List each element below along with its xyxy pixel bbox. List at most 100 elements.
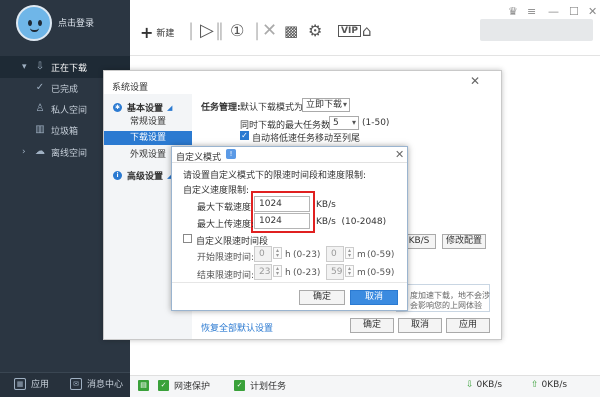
scheduled-task-button[interactable]: ✓ 计划任务 — [234, 379, 286, 392]
maximize-icon[interactable]: ☐ — [569, 5, 579, 18]
category-advanced[interactable]: i 高级设置 ◢ — [113, 169, 172, 182]
category-basic[interactable]: ✱ 基本设置 ◢ — [113, 101, 172, 114]
max-upload-unit: KB/s (10-2048) — [316, 217, 387, 227]
chevron-down-icon: ▾ — [22, 62, 27, 72]
restore-defaults-link[interactable]: 恢复全部默认设置 — [201, 321, 273, 334]
sidebar-item-label: 私人空间 — [51, 105, 88, 116]
arrow-down-icon: ⇩ — [466, 380, 474, 390]
vip-icon[interactable]: VIP — [338, 25, 361, 37]
network-protect-button[interactable]: ✓ 网速保护 — [158, 379, 210, 392]
dialog-title: 自定义模式 — [176, 153, 222, 163]
close-icon[interactable]: ✕ — [588, 5, 597, 18]
skin-icon[interactable]: ♛ — [508, 5, 518, 18]
minute-unit: m — [357, 250, 366, 260]
speed-limit-label: 自定义速度限制: — [183, 186, 250, 196]
max-tasks-stepper[interactable]: 5 — [329, 116, 359, 130]
modify-config-button[interactable]: 修改配置 — [442, 234, 486, 249]
hour-unit: h — [285, 250, 291, 260]
auto-move-checkbox[interactable]: ✓ — [240, 131, 249, 140]
chevron-down-icon: ◢ — [167, 103, 173, 112]
end-time-label: 结束限速时间: — [197, 271, 255, 281]
menu-icon[interactable]: ≡ — [527, 5, 536, 18]
download-icon: ⇩ — [35, 61, 45, 72]
subitem-general[interactable]: 常规设置 — [104, 115, 192, 129]
max-download-label: 最大下载速度: — [197, 203, 255, 213]
settings-icon[interactable]: ⚙ — [308, 22, 322, 40]
dialog-description: 请设置自定义模式下的限速时间段和速度限制: — [183, 171, 367, 181]
start-time-label: 开始限速时间: — [197, 253, 255, 263]
search-input[interactable] — [480, 19, 593, 41]
play-icon[interactable]: ▷ — [200, 22, 214, 40]
delete-icon[interactable]: ✕ — [262, 22, 277, 40]
ok-button[interactable]: 确定 — [299, 290, 345, 305]
cancel-button[interactable]: 取消 — [398, 318, 442, 333]
apps-label: 应用 — [31, 380, 50, 390]
max-upload-input[interactable]: 1024 — [254, 213, 310, 229]
start-minute-spinner[interactable]: ▴ ▾ — [345, 247, 354, 259]
upload-speed-value: 0KB/s — [541, 380, 568, 390]
status-toggle[interactable]: ▤ — [138, 380, 154, 391]
max-tasks-range: (1-50) — [362, 118, 390, 128]
hour-range: (0-23) — [293, 250, 321, 260]
avatar[interactable] — [16, 5, 52, 41]
category-label: 高级设置 — [127, 172, 164, 182]
speed-mode-icon[interactable]: ① — [230, 22, 244, 40]
end-minute-input[interactable]: 59 — [326, 264, 344, 280]
start-minute-input[interactable]: 0 — [326, 246, 344, 262]
close-icon[interactable]: ✕ — [470, 74, 480, 88]
sidebar-item-label: 正在下载 — [51, 63, 88, 74]
info-badge-icon: ! — [226, 149, 236, 159]
end-hour-spinner[interactable]: ▴ ▾ — [273, 265, 282, 277]
hour-unit: h — [285, 268, 291, 278]
gear-icon: ✱ — [113, 103, 122, 112]
message-icon: ✉ — [70, 377, 82, 390]
end-hour-input[interactable]: 23 — [254, 264, 272, 280]
upload-speed: ⇧ 0KB/s — [531, 380, 567, 390]
new-task-button[interactable]: + 新建 — [140, 23, 174, 42]
minimize-icon[interactable]: — — [548, 5, 559, 18]
messages-label: 消息中心 — [87, 380, 124, 390]
download-speed: ⇩ 0KB/s — [466, 380, 502, 390]
settings-title: 系统设置 — [112, 83, 149, 93]
arrow-up-icon: ⇧ — [531, 380, 539, 390]
qrcode-icon[interactable]: ▩ — [284, 22, 298, 40]
minute-range: (0-59) — [367, 250, 395, 260]
start-hour-input[interactable]: 0 — [254, 246, 272, 262]
default-mode-select[interactable]: 立即下载 — [302, 98, 350, 112]
end-minute-spinner[interactable]: ▴ ▾ — [345, 265, 354, 277]
shield-icon: ✓ — [158, 380, 169, 391]
cloud-icon: ☁ — [35, 146, 45, 157]
user-icon: ♙ — [35, 103, 45, 114]
max-download-input[interactable]: 1024 — [254, 196, 310, 212]
new-task-label: 新建 — [156, 29, 175, 39]
check-icon: ✓ — [35, 82, 45, 93]
pause-icon[interactable]: ‖ — [215, 22, 224, 40]
max-upload-label: 最大上传速度: — [197, 220, 255, 230]
start-hour-spinner[interactable]: ▴ ▾ — [273, 247, 282, 259]
separator: | — [254, 20, 261, 41]
chevron-right-icon: › — [22, 147, 26, 157]
apps-button[interactable]: ▦ 应用 — [14, 377, 49, 390]
apply-button[interactable]: 应用 — [446, 318, 490, 333]
category-label: 基本设置 — [127, 104, 164, 114]
network-protect-label: 网速保护 — [174, 382, 211, 392]
time-limit-checkbox[interactable] — [183, 234, 192, 243]
sidebar-item-label: 离线空间 — [51, 148, 88, 159]
cancel-button[interactable]: 取消 — [350, 290, 398, 305]
close-icon[interactable]: ✕ — [395, 148, 404, 161]
subitem-download[interactable]: 下载设置 — [104, 131, 192, 145]
minute-range: (0-59) — [367, 268, 395, 278]
auto-move-label: 自动将低速任务移动至列尾 — [252, 134, 361, 144]
trash-icon: ▥ — [35, 124, 45, 135]
ok-button[interactable]: 确定 — [350, 318, 394, 333]
max-download-unit: KB/s — [316, 200, 336, 210]
gift-icon[interactable]: ⌂ — [362, 22, 372, 40]
hint-text: 会影响您的上网体验 — [410, 301, 482, 310]
default-mode-label: 默认下载模式为 — [240, 103, 304, 113]
schedule-icon: ✓ — [234, 380, 245, 391]
message-center-button[interactable]: ✉ 消息中心 — [70, 377, 123, 390]
login-link[interactable]: 点击登录 — [58, 16, 94, 29]
download-speed-value: 0KB/s — [476, 380, 503, 390]
apps-icon: ▦ — [14, 377, 26, 390]
scheduled-label: 计划任务 — [250, 382, 287, 392]
